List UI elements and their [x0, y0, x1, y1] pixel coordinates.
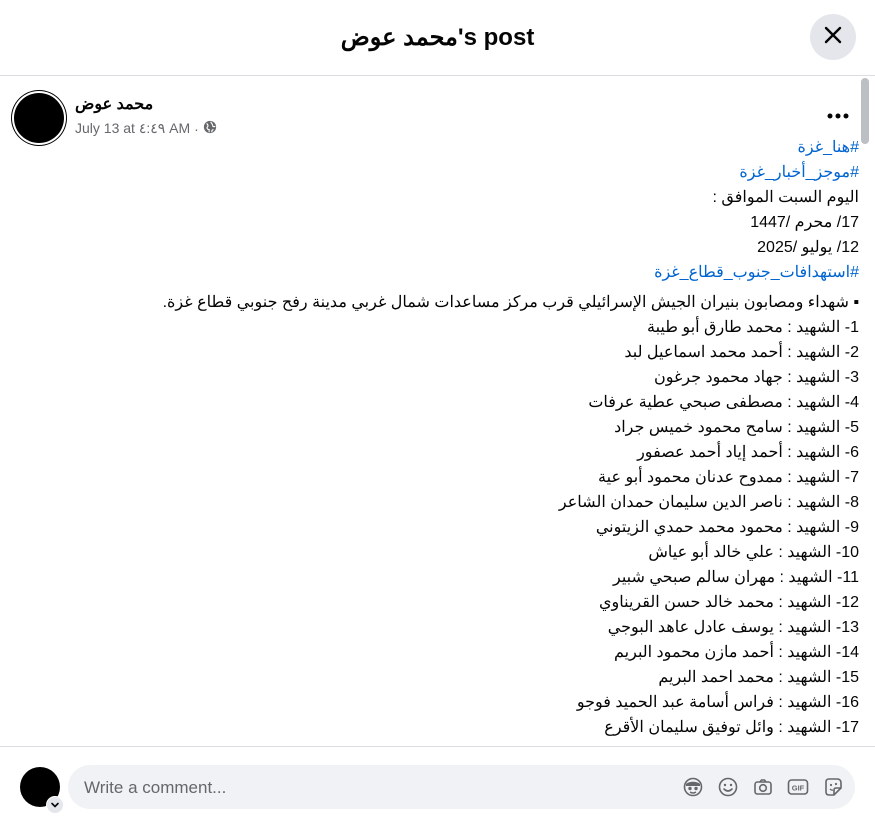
hashtag-link[interactable]: #موجز_أخبار_غزة [59, 160, 859, 185]
camera-icon[interactable] [751, 775, 775, 799]
hashtag-link[interactable]: #استهدافات_جنوب_قطاع_غزة [59, 260, 859, 285]
comment-composer: GIF [0, 746, 875, 832]
martyr-list-item: 4- الشهيد : مصطفى صبحي عطية عرفات [588, 394, 859, 411]
avatar-sticker-icon[interactable] [681, 775, 705, 799]
author-avatar[interactable] [14, 93, 64, 143]
martyr-list-item: 5- الشهيد : سامح محمود خميس جراد [614, 419, 859, 436]
post-content-scroll[interactable]: محمد عوض July 13 at ٤:٤٩ AM · #هنا_غزة #… [0, 77, 875, 745]
dialog-title: محمد عوض's post [340, 24, 535, 51]
hashtag-link[interactable]: #هنا_غزة [59, 135, 859, 160]
martyr-list-item: 13- الشهيد : يوسف عادل عاهد البوجي [607, 619, 859, 636]
martyr-list-item: 1- الشهيد : محمد طارق أبو طيبة [647, 319, 859, 336]
more-options-icon [827, 106, 849, 124]
martyr-list-item: 10- الشهيد : علي خالد أبو عياش [648, 544, 859, 561]
date-line: اليوم السبت الموافق : [712, 189, 859, 206]
post-lead-text: ▪︎ شهداء ومصابون بنيران الجيش الإسرائيلي… [162, 294, 859, 311]
more-options-button[interactable] [822, 103, 854, 127]
comment-box[interactable]: GIF [68, 765, 855, 811]
emoji-icon[interactable] [716, 775, 740, 799]
martyr-list-item: 11- الشهيد : مهران سالم صبحي شبير [613, 569, 859, 586]
martyr-list-item: 15- الشهيد : محمد احمد البريم [658, 669, 859, 686]
scrollbar-thumb[interactable] [861, 78, 869, 144]
martyr-list-item: 17- الشهيد : وائل توفيق سليمان الأقرع [604, 719, 859, 736]
martyr-list-item: 14- الشهيد : أحمد مازن محمود البريم [614, 644, 859, 661]
martyr-list-item: 16- الشهيد : فراس أسامة عبد الحميد فوجو [576, 694, 859, 711]
martyr-list-item: 2- الشهيد : أحمد محمد اسماعيل لبد [624, 344, 859, 361]
martyr-list-item: 6- الشهيد : أحمد إياد أحمد عصفور [637, 444, 859, 461]
martyr-list-item: 9- الشهيد : محمود محمد حمدي الزيتوني [595, 519, 859, 536]
close-button[interactable] [810, 14, 856, 60]
sticker-icon[interactable] [821, 775, 845, 799]
gif-icon[interactable]: GIF [786, 775, 810, 799]
svg-text:GIF: GIF [792, 784, 805, 793]
date-line: 12/ يوليو /2025 [757, 239, 859, 256]
scrollbar[interactable] [859, 78, 869, 742]
post-text: #هنا_غزة #موجز_أخبار_غزة اليوم السبت الم… [59, 135, 859, 740]
martyr-list-item: 3- الشهيد : جهاد محمود جرغون [653, 369, 859, 386]
comment-tools: GIF [681, 775, 845, 799]
comment-input[interactable] [82, 765, 646, 811]
close-icon [823, 25, 843, 50]
martyr-list-item: 8- الشهيد : ناصر الدين سليمان حمدان الشا… [558, 494, 859, 511]
chevron-down-icon[interactable] [46, 796, 64, 814]
martyr-list-item: 7- الشهيد : ممدوح عدنان محمود أبو عية [598, 469, 859, 486]
post-dialog-header: محمد عوض's post [0, 0, 875, 76]
author-name[interactable]: محمد عوض [75, 94, 153, 114]
martyr-list-item: 12- الشهيد : محمد خالد حسن القريناوي [598, 594, 859, 611]
date-line: 17/ محرم /1447 [750, 214, 859, 231]
